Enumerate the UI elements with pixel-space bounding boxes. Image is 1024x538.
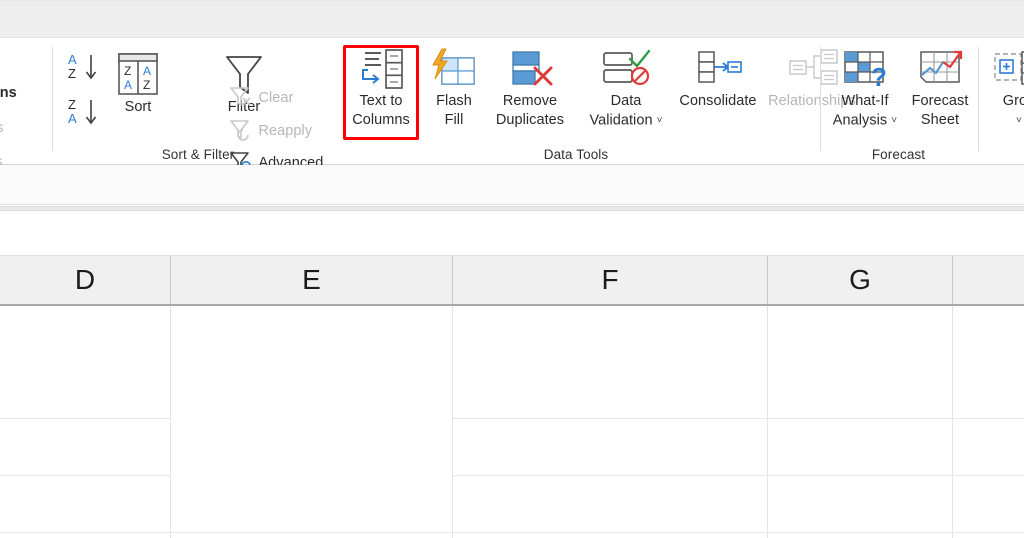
grid-hline <box>0 475 171 476</box>
remove-duplicates-label-line1: Remove <box>502 93 558 109</box>
group-label-data-tools: Data Tools <box>543 147 609 162</box>
column-header-d[interactable]: D <box>0 256 171 304</box>
svg-text:A: A <box>143 64 151 78</box>
upper-sheet-area <box>0 212 1024 256</box>
connections-button[interactable]: tions <box>0 85 17 101</box>
grid-hline <box>0 418 171 419</box>
flash-fill-button[interactable]: Flash Fill <box>423 46 485 144</box>
grid-hline <box>453 418 1024 419</box>
svg-text:?: ? <box>871 62 887 92</box>
ribbon-group-outline: Grou ˅ <box>979 38 1024 164</box>
sort-button-label: Sort <box>124 99 152 115</box>
forecast-sheet-button[interactable]: Forecast Sheet <box>904 46 976 144</box>
remove-duplicates-label-line2: Duplicates <box>495 112 565 128</box>
group-label-forecast: Forecast <box>871 147 926 162</box>
ribbon: tions es ks A Z <box>0 38 1024 171</box>
chevron-down-icon[interactable]: ˅ <box>891 111 897 130</box>
chevron-down-icon[interactable]: ˅ <box>657 111 663 130</box>
flash-fill-label-line2: Fill <box>444 112 464 128</box>
formula-bar-area[interactable] <box>0 165 1024 205</box>
flash-fill-icon <box>426 46 482 92</box>
data-validation-label-line2-text: Validation <box>589 112 653 129</box>
what-if-analysis-button[interactable]: ? What-If Analysis ˅ <box>826 46 904 144</box>
group-label-sort-filter: Sort & Filter <box>161 147 235 162</box>
sort-dialog-icon: Z A A Z <box>110 50 166 98</box>
group-button-dropdown-row: ˅ <box>984 111 1024 130</box>
grid-vline <box>767 306 768 538</box>
column-header-f[interactable]: F <box>453 256 768 304</box>
data-validation-label-line1: Data <box>610 93 642 109</box>
group-button-label: Grou <box>1002 93 1024 109</box>
ribbon-group-queries-connections: tions es ks <box>0 38 52 170</box>
clear-button-label: Clear <box>258 90 294 106</box>
excel-window: tions es ks A Z <box>0 0 1024 538</box>
svg-text:Z: Z <box>143 78 150 92</box>
forecast-sheet-label-line1: Forecast <box>911 93 969 109</box>
svg-text:Z: Z <box>124 64 131 78</box>
what-if-icon: ? <box>835 46 895 92</box>
remove-duplicates-button[interactable]: Remove Duplicates <box>481 46 579 144</box>
grid-hline <box>453 475 1024 476</box>
cell-grid[interactable] <box>0 306 1024 538</box>
data-validation-icon <box>596 46 656 92</box>
column-header-h[interactable] <box>953 256 1024 304</box>
data-validation-label-line2: Validation ˅ <box>574 111 678 130</box>
grid-vline <box>452 306 453 538</box>
column-header-e[interactable]: E <box>171 256 453 304</box>
chevron-down-icon[interactable]: ˅ <box>1016 111 1022 130</box>
reapply-button-label: Reapply <box>258 123 313 139</box>
what-if-label-line2: Analysis ˅ <box>826 111 904 130</box>
what-if-label-line1: What-If <box>841 93 889 109</box>
svg-text:A: A <box>68 52 77 67</box>
funnel-reapply-icon <box>228 117 254 146</box>
ribbon-group-forecast: ? What-If Analysis ˅ Forecast Sheet Fore… <box>821 38 976 164</box>
remove-duplicates-icon <box>500 46 560 92</box>
svg-text:Z: Z <box>68 97 76 112</box>
grid-vline <box>952 306 953 538</box>
what-if-label-line2-text: Analysis <box>832 112 888 129</box>
consolidate-icon <box>688 46 748 92</box>
group-button[interactable]: Grou ˅ <box>984 46 1024 144</box>
data-validation-button[interactable]: Data Validation ˅ <box>574 46 678 144</box>
column-header-g[interactable]: G <box>768 256 953 304</box>
svg-text:Z: Z <box>68 66 76 81</box>
highlight-box-text-to-columns <box>343 45 419 140</box>
sort-button[interactable]: Z A A Z Sort <box>100 50 176 138</box>
flash-fill-label-line1: Flash <box>436 93 472 109</box>
ribbon-tab-strip <box>0 0 1024 38</box>
svg-text:A: A <box>68 111 77 126</box>
forecast-sheet-label-line2: Sheet <box>920 112 960 128</box>
pane-divider <box>0 206 1024 211</box>
grid-hline <box>0 532 1024 533</box>
funnel-clear-icon <box>228 84 254 113</box>
forecast-sheet-icon <box>910 46 970 92</box>
spreadsheet: D E F G <box>0 256 1024 538</box>
properties-button: es <box>0 120 3 136</box>
column-headers: D E F G <box>0 256 1024 306</box>
svg-text:A: A <box>124 78 132 92</box>
ribbon-group-sort-filter: A Z Z A Z A A Z Sort Filter Clear Reappl… <box>53 38 323 171</box>
group-icon <box>989 46 1024 92</box>
window-top-edge <box>0 0 1024 2</box>
grid-vline <box>170 306 171 538</box>
